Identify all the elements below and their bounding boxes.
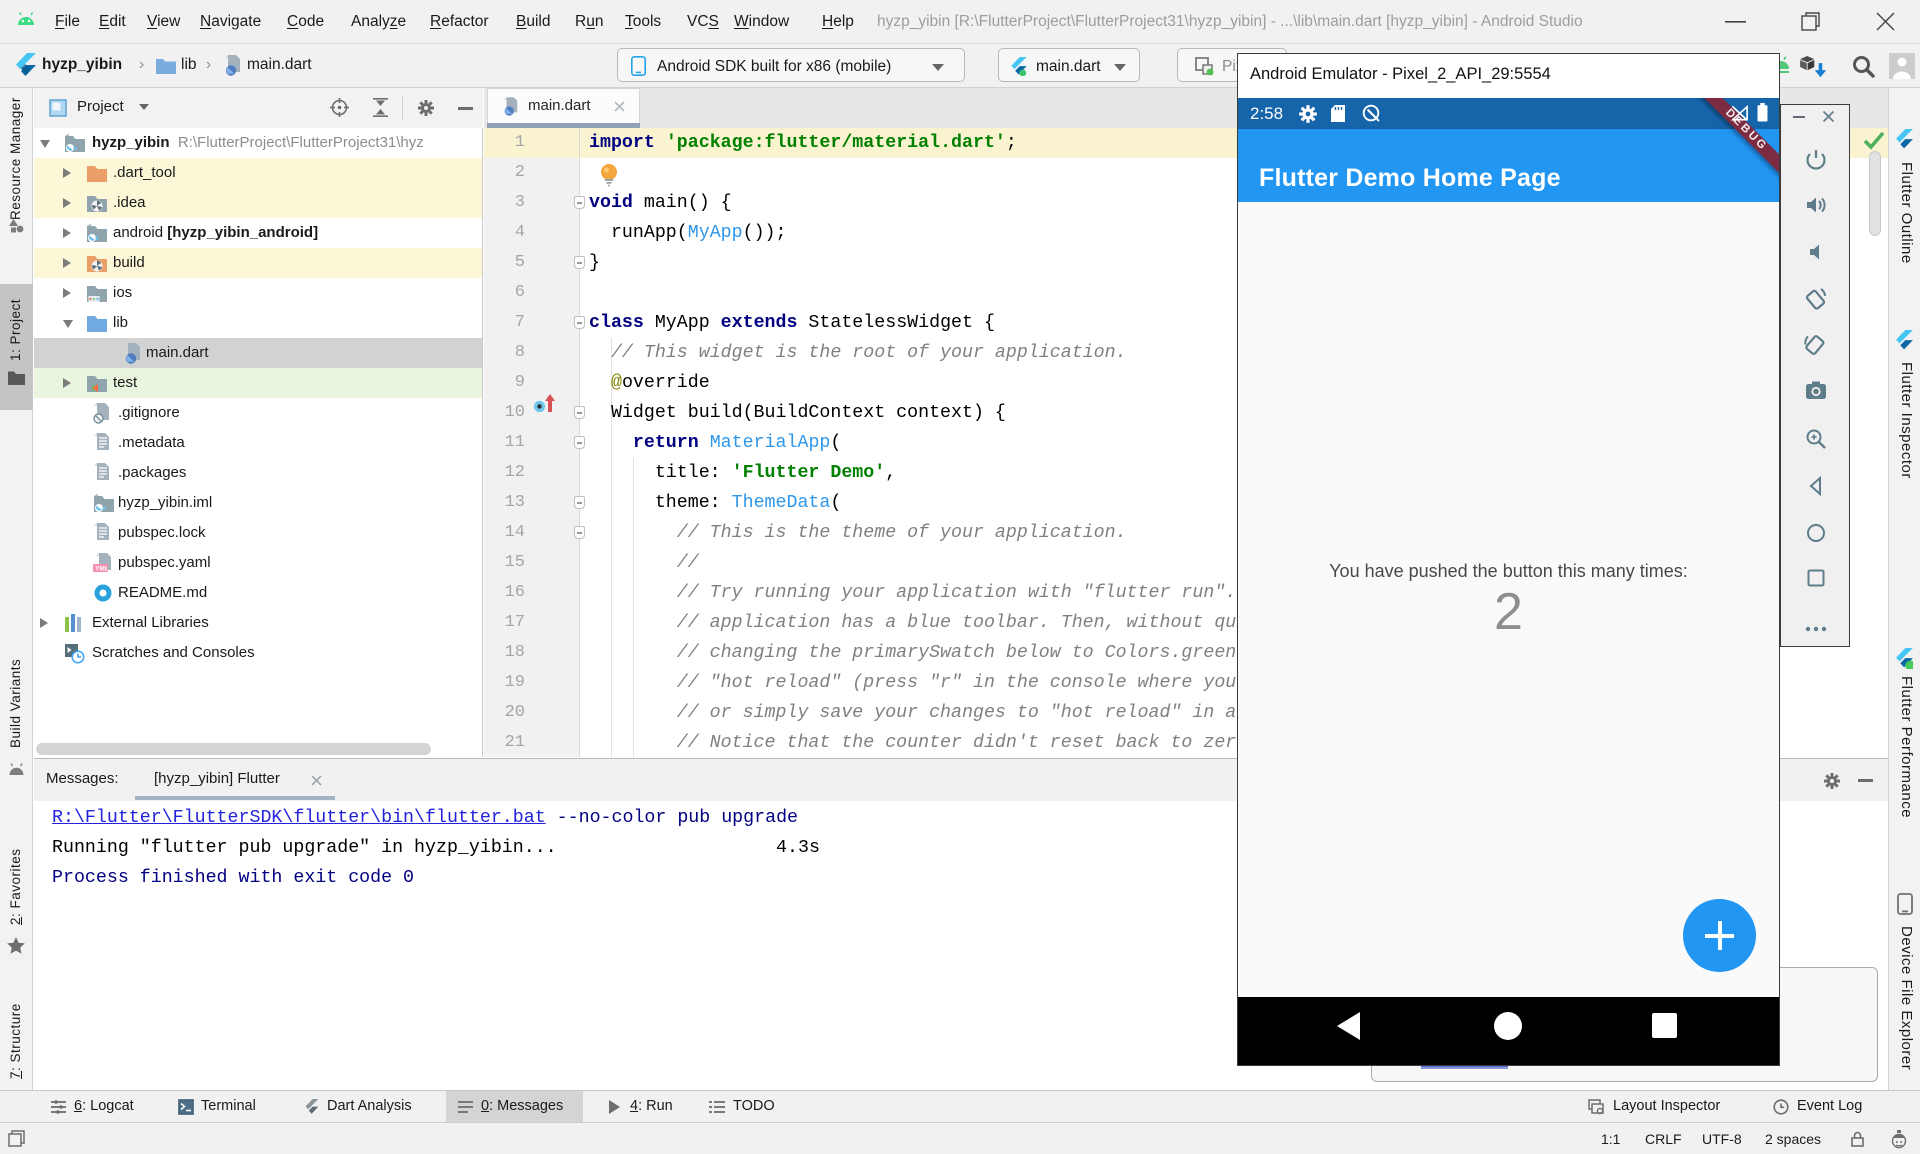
svg-text:YML: YML [95,566,109,573]
